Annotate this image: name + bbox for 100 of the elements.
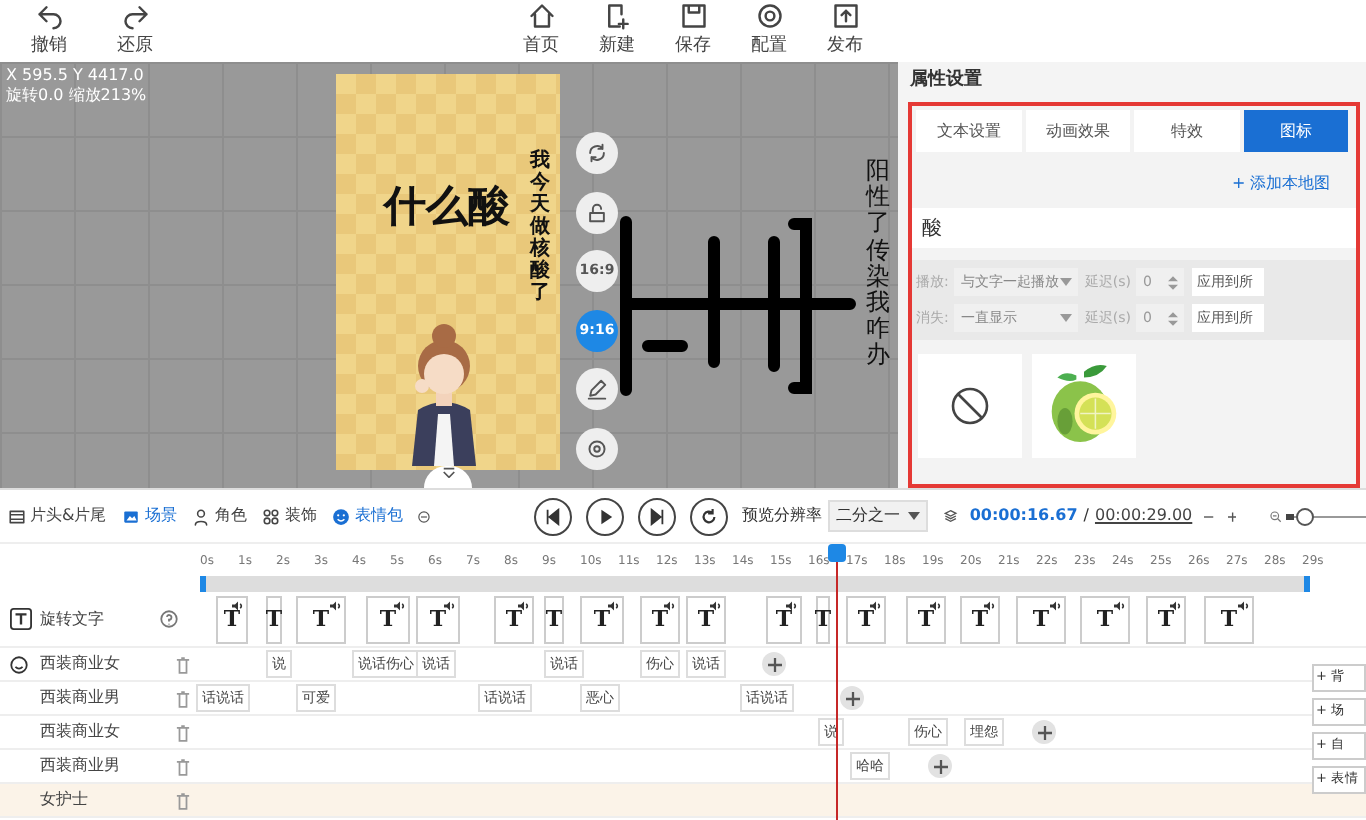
magnifier-icon xyxy=(1270,507,1283,525)
title-text: 什么酸 xyxy=(384,186,510,228)
toolbar-button[interactable]: 发布 xyxy=(812,0,878,62)
redo-button[interactable]: 还原 xyxy=(102,0,168,62)
trash-icon xyxy=(176,723,190,741)
speaker-icon xyxy=(330,600,342,612)
redo-icon xyxy=(121,1,149,30)
text-clip[interactable]: T xyxy=(906,596,946,644)
speaker-icon xyxy=(1050,600,1062,612)
trash-icon xyxy=(176,689,190,707)
pencil-icon xyxy=(586,378,608,400)
replay-icon xyxy=(700,507,719,525)
skip-back-icon xyxy=(544,507,563,525)
undo-icon xyxy=(35,1,63,30)
track-label: 西装商业男 xyxy=(40,686,120,710)
skip-forward-icon xyxy=(648,507,667,525)
text-clip[interactable]: T xyxy=(266,596,282,644)
speaker-icon xyxy=(984,600,996,612)
speaker-icon xyxy=(870,600,882,612)
speaker-icon xyxy=(232,600,244,612)
text-clip[interactable]: T xyxy=(544,596,564,644)
text-clip[interactable]: T xyxy=(1016,596,1066,644)
add-clip-button[interactable] xyxy=(840,686,864,710)
vertical-caption: 我今天做核酸了 xyxy=(530,150,550,304)
film-icon xyxy=(8,507,26,525)
play-button[interactable] xyxy=(586,497,625,535)
text-clip[interactable]: T xyxy=(640,596,680,644)
toolbar-button[interactable]: 首页 xyxy=(508,0,574,62)
time-separator: / xyxy=(1083,504,1089,528)
search-field[interactable]: 酸 xyxy=(912,208,1356,248)
settings-icon xyxy=(755,1,783,30)
plus-icon xyxy=(933,759,947,773)
layers-icon xyxy=(944,506,958,526)
timeline-tab[interactable]: 片头&片尾 xyxy=(8,504,107,528)
timeline-tab[interactable]: 角色 xyxy=(192,504,247,528)
resolution-label: 预览分辨率 xyxy=(742,504,823,528)
timeline-tab[interactable]: 表情包 xyxy=(332,504,403,528)
toolbar-button[interactable]: 新建 xyxy=(584,0,650,62)
text-clip[interactable]: T xyxy=(216,596,248,644)
toolbar-button[interactable]: 保存 xyxy=(660,0,726,62)
toolbar-button[interactable]: 配置 xyxy=(736,0,802,62)
text-clip[interactable]: T xyxy=(960,596,1000,644)
tool-button[interactable] xyxy=(576,427,618,469)
undo-button[interactable]: 撤销 xyxy=(16,0,82,62)
add-clip-button[interactable] xyxy=(928,754,952,778)
add-local-image-link[interactable]: + 添加本地图 xyxy=(1232,174,1331,192)
track-label: 西装商业女 xyxy=(40,652,120,676)
speaker-icon xyxy=(1114,600,1126,612)
rotate-icon xyxy=(586,142,608,164)
caret-icon xyxy=(908,512,921,520)
coordinates-text: X 595.5 Y 4417.0 xyxy=(6,66,146,86)
smile-icon xyxy=(332,507,351,525)
collapse-icon xyxy=(418,507,431,525)
next-button[interactable] xyxy=(638,497,677,535)
vertical-text: 阳性了传染我咋办 xyxy=(866,158,890,369)
icon-tile[interactable] xyxy=(1032,354,1136,458)
text-clip[interactable]: T xyxy=(580,596,624,644)
tool-button[interactable] xyxy=(576,191,618,233)
text-clip[interactable]: T xyxy=(416,596,460,644)
panel-tab[interactable]: 文本设置 xyxy=(916,110,1021,152)
text-clip[interactable]: T xyxy=(686,596,726,644)
add-clip-button[interactable] xyxy=(1032,720,1056,744)
text-clip[interactable]: T xyxy=(1204,596,1254,644)
tool-button[interactable] xyxy=(576,132,618,174)
panel-tab[interactable]: 图标 xyxy=(1243,110,1348,152)
trash-icon xyxy=(176,655,190,673)
previous-button[interactable] xyxy=(534,497,573,535)
timeline-tab[interactable]: 场景 xyxy=(122,504,177,528)
panel-tab[interactable]: 动画效果 xyxy=(1025,110,1130,152)
text-clip[interactable]: T xyxy=(366,596,410,644)
add-clip-button[interactable] xyxy=(762,652,786,676)
text-clip[interactable]: T xyxy=(816,596,830,644)
timeline-tab[interactable]: 装饰 xyxy=(262,504,317,528)
replay-button[interactable] xyxy=(690,497,729,535)
save-icon xyxy=(679,1,707,30)
grid-icon xyxy=(262,507,281,525)
text-clip[interactable]: T xyxy=(1080,596,1130,644)
speaker-icon xyxy=(786,600,798,612)
resolution-dropdown[interactable]: 二分之一 xyxy=(828,500,929,532)
icon-tile[interactable] xyxy=(918,354,1022,458)
current-time: 00:00:16.67 xyxy=(969,504,1078,528)
text-clip[interactable]: T xyxy=(766,596,802,644)
speaker-icon xyxy=(394,600,406,612)
text-clip[interactable]: T xyxy=(494,596,534,644)
no-icon xyxy=(950,386,990,426)
text-clip[interactable]: T xyxy=(846,596,886,644)
text-icon xyxy=(10,608,32,630)
slider-thumb[interactable] xyxy=(1295,507,1314,525)
spinner-icon xyxy=(1168,275,1179,289)
transform-text: 旋转0.0 缩放213% xyxy=(6,86,147,106)
collapse-handle[interactable] xyxy=(424,466,472,488)
text-clip[interactable]: T xyxy=(1146,596,1186,644)
text-clip[interactable]: T xyxy=(296,596,346,644)
timeline-scrollbar[interactable] xyxy=(200,576,1310,592)
panel-tab[interactable]: 特效 xyxy=(1134,110,1239,152)
playhead-handle[interactable] xyxy=(828,544,846,562)
trash-icon xyxy=(176,757,190,775)
tool-button[interactable] xyxy=(576,368,618,410)
spinner-icon xyxy=(1168,311,1179,325)
play-icon xyxy=(596,507,615,525)
